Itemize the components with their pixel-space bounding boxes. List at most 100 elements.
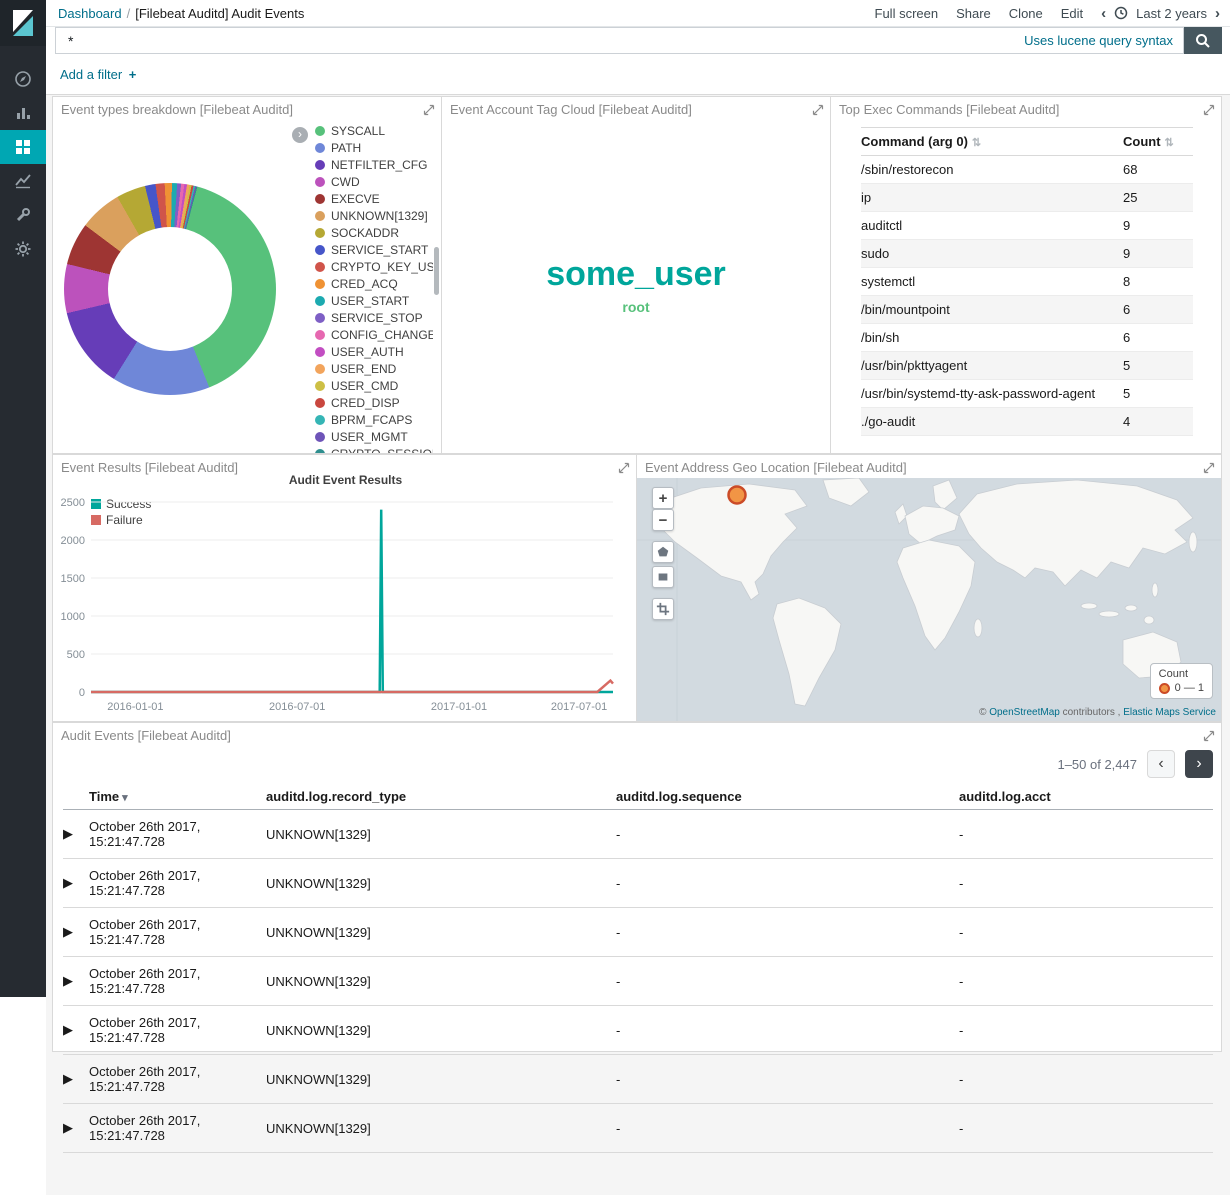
expand-panel-button[interactable] [423, 103, 435, 115]
next-page-button[interactable]: › [1185, 750, 1213, 778]
count-cell: 5 [1123, 352, 1193, 380]
column-header-command[interactable]: Command (arg 0)⇅ [861, 128, 1123, 156]
table-row[interactable]: ▶October 26th 2017, 15:21:47.728UNKNOWN[… [63, 957, 1213, 1006]
table-row[interactable]: ▶October 26th 2017, 15:21:47.728UNKNOWN[… [63, 1006, 1213, 1055]
table-row[interactable]: /usr/bin/pkttyagent5 [861, 352, 1193, 380]
map-legend-range: 0 — 1 [1175, 682, 1204, 694]
legend-item[interactable]: NETFILTER_CFG [315, 159, 433, 171]
table-row[interactable]: sudo9 [861, 240, 1193, 268]
table-row[interactable]: ▶October 26th 2017, 15:21:47.728UNKNOWN[… [63, 1055, 1213, 1104]
legend-item[interactable]: SOCKADDR [315, 227, 433, 239]
legend-item[interactable]: PATH [315, 142, 433, 154]
share-button[interactable]: Share [956, 6, 991, 21]
table-row[interactable]: ▶October 26th 2017, 15:21:47.728UNKNOWN[… [63, 859, 1213, 908]
table-row[interactable]: ▶October 26th 2017, 15:21:47.728UNKNOWN[… [63, 908, 1213, 957]
add-filter-button[interactable]: Add a filter + [60, 67, 136, 82]
time-forward-icon[interactable]: › [1215, 5, 1220, 22]
previous-page-button[interactable]: ‹ [1147, 750, 1175, 778]
legend-item[interactable]: USER_CMD [315, 380, 433, 392]
expand-row-caret-icon[interactable]: ▶ [63, 957, 89, 1006]
sidebar-item-management[interactable] [0, 232, 46, 266]
breadcrumb-dashboard[interactable]: Dashboard [58, 6, 122, 21]
sidebar-item-dev-tools[interactable] [0, 198, 46, 232]
time-range-label[interactable]: Last 2 years [1136, 6, 1207, 21]
expand-row-caret-icon[interactable]: ▶ [63, 1055, 89, 1104]
clone-button[interactable]: Clone [1009, 6, 1043, 21]
expand-row-caret-icon[interactable]: ▶ [63, 908, 89, 957]
rectangle-filter-tool-button[interactable] [652, 566, 674, 588]
openstreetmap-link[interactable]: OpenStreetMap [989, 707, 1060, 718]
event-results-line-chart[interactable]: 050010001500200025002016-01-012016-07-01… [53, 455, 638, 723]
legend-item[interactable]: CWD [315, 176, 433, 188]
table-row[interactable]: /bin/mountpoint6 [861, 296, 1193, 324]
sidebar-item-visualize[interactable] [0, 96, 46, 130]
legend-item[interactable]: USER_AUTH [315, 346, 433, 358]
geo-point-marker[interactable] [729, 487, 746, 504]
tag-cloud-tag-some-user[interactable]: some_user [442, 255, 830, 294]
table-row[interactable]: /sbin/restorecon68 [861, 156, 1193, 184]
elastic-maps-service-link[interactable]: Elastic Maps Service [1123, 707, 1216, 718]
legend-item[interactable]: CRED_DISP [315, 397, 433, 409]
table-row[interactable]: /usr/bin/systemd-tty-ask-password-agent5 [861, 380, 1193, 408]
expand-row-caret-icon[interactable]: ▶ [63, 859, 89, 908]
lucene-syntax-link[interactable]: Uses lucene query syntax [1024, 33, 1183, 48]
legend-swatch-icon [315, 398, 325, 408]
legend-item[interactable]: CRYPTO_SESSION [315, 448, 433, 453]
legend-item[interactable]: USER_START [315, 295, 433, 307]
column-header-time[interactable]: Time▾ [89, 783, 266, 810]
expand-row-caret-icon[interactable]: ▶ [63, 1104, 89, 1153]
edit-button[interactable]: Edit [1061, 6, 1083, 21]
expand-panel-button[interactable] [1203, 461, 1215, 473]
tag-cloud-tag-root[interactable]: root [442, 299, 830, 315]
legend-item[interactable]: SERVICE_START [315, 244, 433, 256]
legend-item[interactable]: CRYPTO_KEY_USER [315, 261, 433, 273]
full-screen-button[interactable]: Full screen [875, 6, 939, 21]
legend-toggle-button[interactable]: › [292, 127, 308, 143]
legend-item[interactable]: USER_END [315, 363, 433, 375]
column-header-label: Time [89, 789, 119, 804]
legend-item[interactable]: CONFIG_CHANGE [315, 329, 433, 341]
sidebar-item-discover[interactable] [0, 62, 46, 96]
expand-row-caret-icon[interactable]: ▶ [63, 810, 89, 859]
table-row[interactable]: ip25 [861, 184, 1193, 212]
legend-item[interactable]: UNKNOWN[1329] [315, 210, 433, 222]
legend-label: CRYPTO_KEY_USER [331, 261, 433, 273]
crop-fit-tool-button[interactable] [652, 598, 674, 620]
zoom-in-button[interactable]: + [652, 487, 674, 509]
command-cell: sudo [861, 240, 1123, 268]
column-header-sequence[interactable]: auditd.log.sequence [616, 783, 959, 810]
sidebar-item-dashboard[interactable] [0, 130, 46, 164]
acct-cell: - [959, 859, 1213, 908]
sidebar-item-timelion[interactable] [0, 164, 46, 198]
legend-item[interactable]: SERVICE_STOP [315, 312, 433, 324]
table-row[interactable]: auditctl9 [861, 212, 1193, 240]
expand-row-caret-icon[interactable]: ▶ [63, 1006, 89, 1055]
column-header-count[interactable]: Count⇅ [1123, 128, 1193, 156]
polygon-filter-tool-button[interactable] [652, 541, 674, 563]
event-types-donut-chart[interactable] [64, 183, 276, 395]
legend-swatch-icon [315, 126, 325, 136]
table-row[interactable]: ./go-audit4 [861, 408, 1193, 436]
table-row[interactable]: systemctl8 [861, 268, 1193, 296]
search-query-input[interactable] [56, 33, 1024, 49]
legend-item[interactable]: SYSCALL [315, 125, 433, 137]
expand-panel-button[interactable] [1203, 729, 1215, 741]
column-header-acct[interactable]: auditd.log.acct [959, 783, 1213, 810]
table-row[interactable]: ▶October 26th 2017, 15:21:47.728UNKNOWN[… [63, 1104, 1213, 1153]
legend-swatch-icon [315, 347, 325, 357]
legend-item[interactable]: EXECVE [315, 193, 433, 205]
column-header-record-type[interactable]: auditd.log.record_type [266, 783, 616, 810]
legend-scrollbar[interactable] [434, 247, 439, 295]
legend-item[interactable]: CRED_ACQ [315, 278, 433, 290]
world-map[interactable]: + − Count [637, 478, 1221, 721]
time-back-icon[interactable]: ‹ [1101, 5, 1106, 22]
expand-panel-button[interactable] [812, 103, 824, 115]
search-button[interactable] [1184, 27, 1222, 54]
expand-panel-button[interactable] [1203, 103, 1215, 115]
legend-item[interactable]: USER_MGMT [315, 431, 433, 443]
kibana-logo[interactable] [0, 0, 46, 46]
zoom-out-button[interactable]: − [652, 509, 674, 531]
table-row[interactable]: ▶October 26th 2017, 15:21:47.728UNKNOWN[… [63, 810, 1213, 859]
legend-item[interactable]: BPRM_FCAPS [315, 414, 433, 426]
table-row[interactable]: /bin/sh6 [861, 324, 1193, 352]
